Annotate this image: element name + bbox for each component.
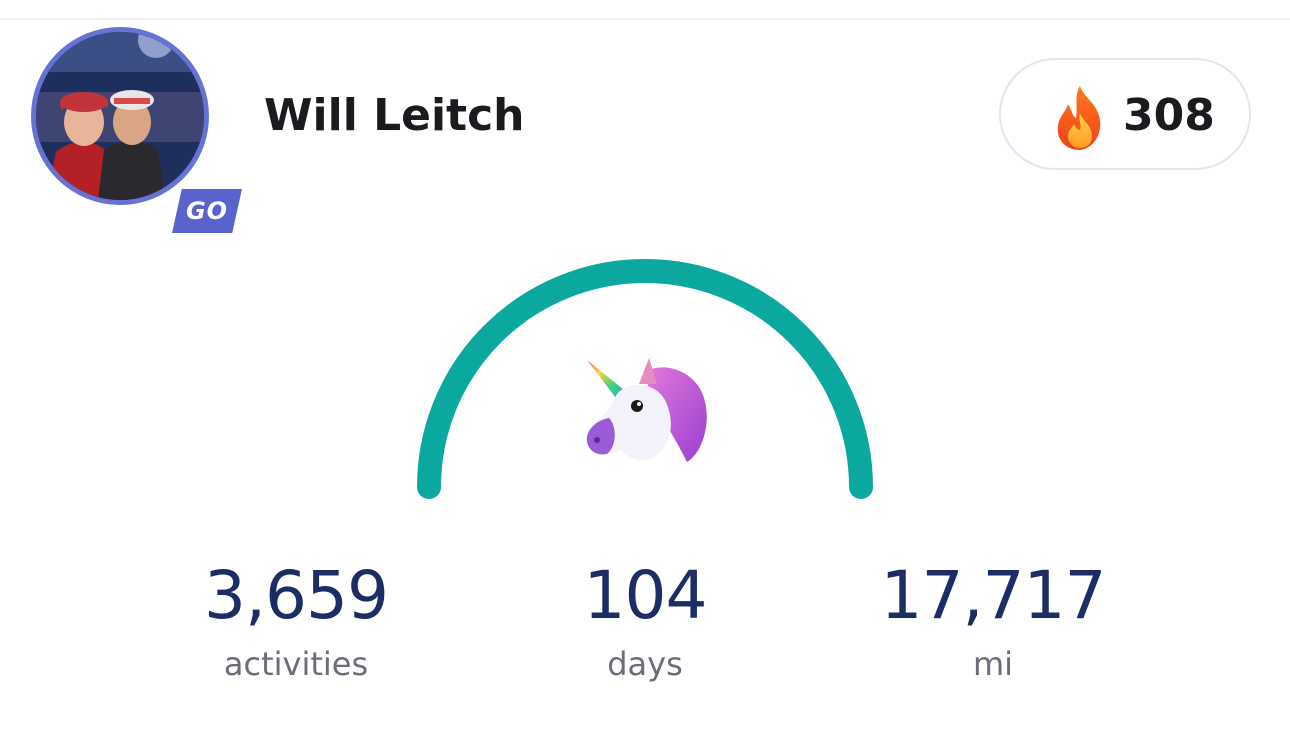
- stat-value: 104: [583, 557, 708, 634]
- unicorn-icon: [586, 358, 707, 462]
- streak-button[interactable]: 308: [999, 58, 1251, 170]
- stat-value: 3,659: [204, 557, 389, 634]
- top-divider: [0, 18, 1290, 20]
- stat-label: days: [607, 645, 683, 683]
- go-badge: GO: [172, 189, 242, 233]
- fire-icon: [1057, 86, 1101, 150]
- stat-value: 17,717: [880, 557, 1107, 634]
- avatar-photo: [31, 27, 209, 205]
- stat-label: mi: [972, 645, 1014, 683]
- stat-activities: 3,659 activities: [126, 556, 466, 686]
- stat-days: 104 days: [475, 556, 815, 686]
- stat-distance: 17,717 mi: [823, 556, 1163, 686]
- user-name[interactable]: Will Leitch: [264, 86, 525, 146]
- user-photo-icon: [36, 32, 204, 200]
- profile-page: GO Will Leitch 308 3,659 activities 104 …: [0, 0, 1290, 741]
- avatar[interactable]: GO: [31, 27, 242, 233]
- stat-label: activities: [223, 645, 369, 683]
- streak-count: 308: [1123, 90, 1215, 141]
